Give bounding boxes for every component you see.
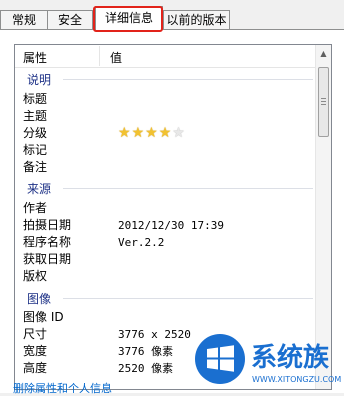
property-value: 2520 像素	[118, 362, 174, 375]
table-row[interactable]: 版权	[23, 268, 313, 285]
property-name: 标题	[23, 92, 48, 106]
group-divider	[63, 188, 313, 189]
grip-line	[321, 104, 326, 105]
star-empty-icon[interactable]: ★	[172, 125, 186, 141]
watermark-brand: 系统族	[251, 342, 330, 373]
property-name: 程序名称	[23, 235, 72, 249]
xitongzu-watermark-logo: 系统族 WWW.XITONGZU.COM	[192, 329, 341, 389]
grip-line	[321, 101, 326, 102]
group-divider	[63, 298, 313, 299]
table-row[interactable]: 标记	[23, 142, 313, 159]
rating-stars[interactable]: ★★★★★	[118, 125, 186, 142]
property-name: 分级	[23, 126, 48, 140]
table-row[interactable]: 主题	[23, 108, 313, 125]
column-header-value[interactable]: 值	[110, 49, 122, 66]
scrollbar-thumb[interactable]	[318, 67, 329, 137]
group-label: 说明	[27, 73, 52, 87]
windows-logo-icon	[195, 334, 245, 384]
tab-general[interactable]: 常规	[0, 10, 48, 29]
property-value: 3776 像素	[118, 345, 174, 358]
group-heading-origin: 来源	[23, 180, 313, 196]
property-name: 作者	[23, 201, 48, 215]
property-value: 2012/12/30 17:39	[118, 219, 224, 232]
table-row[interactable]: 标题	[23, 91, 313, 108]
star-filled-icon[interactable]: ★	[132, 125, 146, 141]
property-name: 图像 ID	[23, 310, 64, 324]
property-name: 主题	[23, 109, 48, 123]
tab-security[interactable]: 安全	[47, 10, 93, 29]
table-row[interactable]: 分级 ★★★★★	[23, 125, 313, 142]
group-label: 图像	[27, 292, 52, 306]
table-row[interactable]: 备注	[23, 159, 313, 176]
property-name: 高度	[23, 361, 48, 375]
group-heading-image: 图像	[23, 290, 313, 306]
column-divider[interactable]	[99, 46, 100, 66]
property-value: 3776 x 2520	[118, 328, 191, 341]
table-row[interactable]: 程序名称 Ver.2.2	[23, 234, 313, 251]
property-name: 拍摄日期	[23, 218, 72, 232]
list-header: 属性 值	[15, 45, 316, 68]
property-name: 版权	[23, 269, 48, 283]
column-header-property[interactable]: 属性	[23, 49, 47, 66]
property-name: 获取日期	[23, 252, 72, 266]
watermark-url: WWW.XITONGZU.COM	[252, 375, 341, 384]
property-value: Ver.2.2	[118, 236, 165, 249]
remove-properties-link[interactable]: 删除属性和个人信息	[13, 380, 112, 396]
group-heading-description: 说明	[23, 71, 313, 87]
tab-strip: 常规 安全 详细信息 以前的版本	[0, 0, 344, 32]
property-name: 标记	[23, 143, 48, 157]
tab-previous-versions[interactable]: 以前的版本	[163, 10, 230, 29]
group-label: 来源	[27, 182, 52, 196]
property-name: 宽度	[23, 344, 48, 358]
property-name: 备注	[23, 160, 48, 174]
table-row[interactable]: 获取日期	[23, 251, 313, 268]
tab-highlight-box	[93, 6, 163, 32]
scroll-up-arrow-icon[interactable]: ▲	[316, 45, 331, 62]
grip-line	[321, 98, 326, 99]
star-filled-icon[interactable]: ★	[145, 125, 159, 141]
table-row[interactable]: 拍摄日期 2012/12/30 17:39	[23, 217, 313, 234]
star-filled-icon[interactable]: ★	[159, 125, 173, 141]
property-name: 尺寸	[23, 327, 48, 341]
star-filled-icon[interactable]: ★	[118, 125, 132, 141]
group-divider	[63, 79, 313, 80]
table-row[interactable]: 作者	[23, 200, 313, 217]
